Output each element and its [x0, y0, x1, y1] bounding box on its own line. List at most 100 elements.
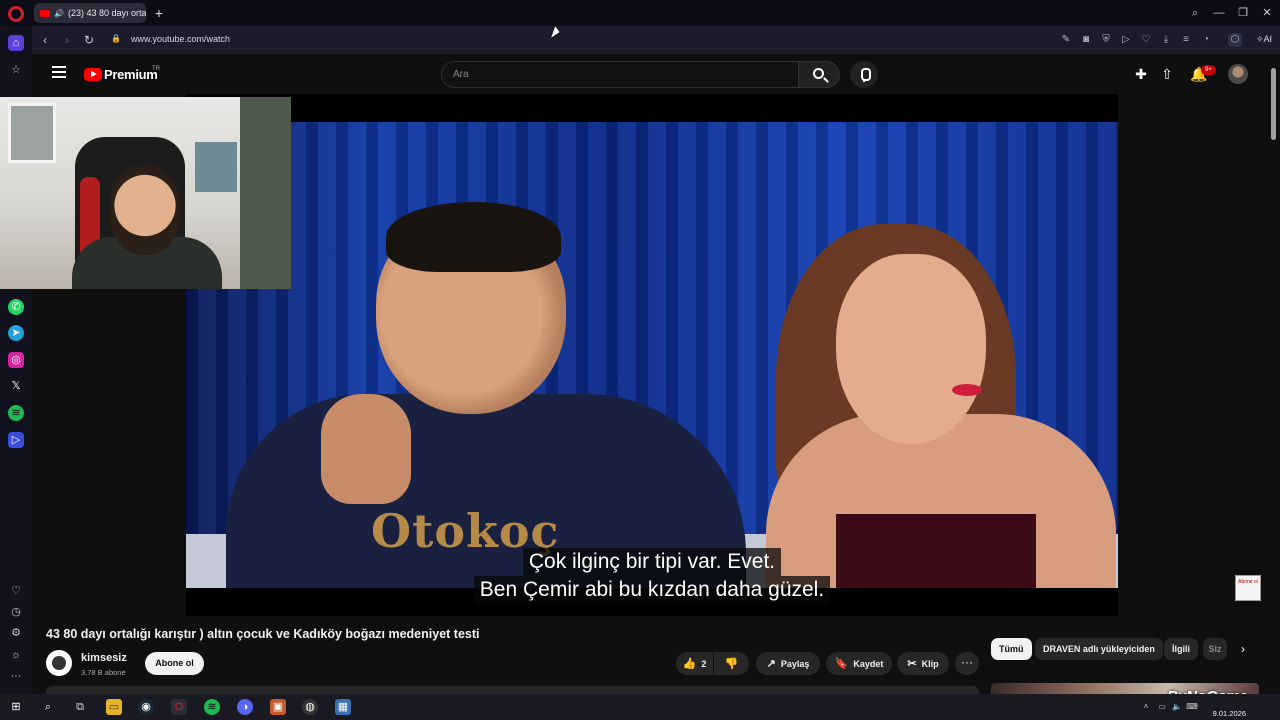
- voice-search-icon[interactable]: [850, 61, 878, 88]
- opera-icon[interactable]: O: [171, 699, 187, 715]
- profile-icon[interactable]: ◔: [1199, 33, 1213, 47]
- ai-label: AI: [1263, 34, 1273, 44]
- steam-icon[interactable]: ◉: [138, 699, 154, 715]
- chip-for-you[interactable]: Siz: [1203, 638, 1227, 660]
- url-field[interactable]: www.youtube.com/watch: [131, 34, 230, 44]
- save-label: Kaydet: [853, 658, 884, 669]
- scissors-icon: ✂: [907, 658, 917, 670]
- calculator-icon[interactable]: ▦: [335, 699, 351, 715]
- x-icon[interactable]: 𝕏: [8, 378, 24, 394]
- description-box[interactable]: [46, 686, 979, 694]
- search-icon[interactable]: ⌕: [1184, 4, 1206, 22]
- windows-icon[interactable]: ⊞: [8, 699, 24, 715]
- chevron-right-icon[interactable]: ›: [1234, 640, 1252, 658]
- share-icon: ↗: [766, 658, 776, 670]
- like-count: 2: [701, 658, 707, 669]
- spotify-icon[interactable]: ≋: [8, 405, 24, 421]
- star-icon[interactable]: ☆: [8, 62, 24, 78]
- chip-all[interactable]: Tümü: [991, 638, 1032, 660]
- settings-icon[interactable]: ⚙: [8, 625, 24, 641]
- restore-icon[interactable]: ❐: [1232, 4, 1254, 22]
- tray-chevron-icon[interactable]: ˄: [1140, 701, 1152, 713]
- app-icon[interactable]: ◍: [302, 699, 318, 715]
- video-player[interactable]: Otokoç: [186, 94, 1118, 616]
- speaker-icon[interactable]: 🔊: [54, 9, 64, 18]
- heart-icon[interactable]: ♡: [8, 583, 24, 599]
- upload-icon[interactable]: ⇧: [1158, 65, 1176, 83]
- spotify-icon[interactable]: ≋: [204, 699, 220, 715]
- save-button[interactable]: 🔖 Kaydet: [826, 652, 892, 675]
- player-icon[interactable]: ▷: [8, 432, 24, 448]
- obs-icon[interactable]: ▣: [270, 699, 286, 715]
- language-icon[interactable]: ⌨: [1186, 701, 1198, 713]
- taskbar-date[interactable]: 9.01.2026: [1200, 709, 1246, 718]
- subscribe-watermark[interactable]: Abone ol: [1235, 575, 1261, 601]
- taskbar: [0, 694, 1280, 720]
- discord-icon[interactable]: ◑: [237, 699, 253, 715]
- minimize-icon[interactable]: —: [1208, 4, 1230, 22]
- clip-button[interactable]: ✂ Klip: [897, 652, 949, 675]
- opera-logo-icon[interactable]: [8, 6, 24, 22]
- thumbs-up-icon: 👍: [682, 658, 697, 670]
- region-label: TR: [152, 66, 160, 72]
- webcam-window: [8, 103, 56, 163]
- tab-title: (23) 43 80 dayı ortalığ: [67, 8, 146, 18]
- chip-related[interactable]: İlgili: [1164, 638, 1198, 660]
- youtube-logo-icon[interactable]: [84, 68, 102, 81]
- clip-label: Klip: [921, 658, 939, 669]
- subscribe-watermark-text: Abone ol: [1238, 579, 1258, 585]
- browser-tab[interactable]: 🔊 (23) 43 80 dayı ortalığ: [34, 3, 146, 23]
- new-tab-button[interactable]: +: [150, 4, 168, 22]
- play-icon[interactable]: ▷: [1119, 33, 1133, 47]
- volume-icon[interactable]: 🔈: [1171, 701, 1183, 713]
- dislike-button[interactable]: 👎: [714, 652, 749, 675]
- notification-badge: 9+: [1201, 65, 1216, 75]
- close-icon[interactable]: ✕: [1256, 4, 1278, 22]
- channel-avatar[interactable]: [46, 650, 72, 676]
- channel-name[interactable]: kimsesiz: [81, 652, 127, 664]
- search-button[interactable]: [798, 61, 840, 88]
- youtube-favicon-icon: [40, 9, 50, 17]
- download-icon[interactable]: ⤓: [1159, 33, 1173, 47]
- camera-icon[interactable]: ◙: [1079, 33, 1093, 47]
- ai-button[interactable]: ✧AI: [1256, 34, 1272, 45]
- avatar[interactable]: [1228, 64, 1248, 84]
- webcam-shelf: [195, 142, 237, 192]
- back-button[interactable]: ‹: [36, 31, 54, 49]
- premium-label[interactable]: Premium: [104, 67, 158, 82]
- woman-lips: [952, 384, 982, 396]
- search-icon[interactable]: ⌕: [40, 699, 56, 715]
- taskview-icon[interactable]: ⧉: [72, 699, 88, 715]
- reload-button[interactable]: ↻: [80, 31, 98, 49]
- share-label: Paylaş: [780, 658, 810, 669]
- subscribe-button[interactable]: Abone ol: [145, 652, 204, 675]
- instagram-icon[interactable]: ◎: [8, 352, 24, 368]
- lightbulb-icon[interactable]: ☼: [8, 647, 24, 663]
- network-icon[interactable]: ▭: [1156, 701, 1168, 713]
- lock-icon[interactable]: 🔒: [111, 34, 121, 43]
- subtitle-line-1: Çok ilginç bir tipi var. Evet.: [522, 548, 782, 576]
- shield-icon[interactable]: ⛨: [1099, 33, 1113, 47]
- home-icon[interactable]: ⌂: [8, 35, 24, 51]
- search-icon: [813, 68, 824, 79]
- streamer-face: [110, 165, 180, 255]
- menu-icon[interactable]: ≡: [1179, 33, 1193, 47]
- explorer-icon[interactable]: ▭: [106, 699, 122, 715]
- forward-button[interactable]: ›: [58, 31, 76, 49]
- whatsapp-icon[interactable]: ✆: [8, 299, 24, 315]
- create-icon[interactable]: ✚: [1132, 65, 1150, 83]
- edit-icon[interactable]: ✎: [1059, 33, 1073, 47]
- subtitle-line-2: Ben Çemir abi bu kızdan daha güzel.: [473, 576, 831, 604]
- more-icon[interactable]: ···: [8, 668, 24, 684]
- chip-from-uploader[interactable]: DRAVEN adlı yükleyiciden: [1035, 638, 1163, 660]
- search-input[interactable]: Ara: [441, 61, 799, 88]
- heart-icon[interactable]: ♡: [1139, 33, 1153, 47]
- telegram-icon[interactable]: ➤: [8, 325, 24, 341]
- like-button[interactable]: 👍 2: [676, 652, 713, 675]
- hamburger-menu-icon[interactable]: [52, 66, 66, 78]
- scrollbar-thumb[interactable]: [1271, 68, 1276, 140]
- history-icon[interactable]: ◷: [8, 604, 24, 620]
- cube-icon[interactable]: ⬡: [1228, 33, 1242, 47]
- share-button[interactable]: ↗ Paylaş: [756, 652, 820, 675]
- more-actions-button[interactable]: ···: [955, 652, 979, 675]
